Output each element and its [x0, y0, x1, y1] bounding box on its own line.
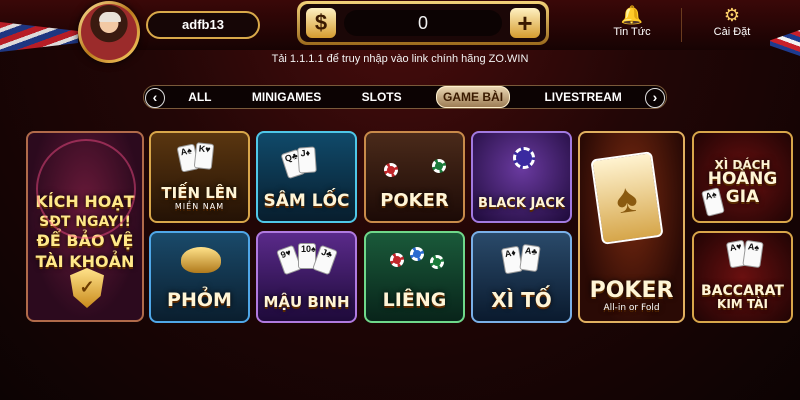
chip-icon	[390, 253, 404, 267]
game-tile-phom[interactable]: PHỎM	[149, 231, 250, 323]
game-title: BACCARAT KIM TÀI	[701, 284, 784, 311]
game-title: LIÊNG	[382, 289, 447, 312]
card-icon: J♦	[297, 146, 317, 174]
game-title-text: POKER	[589, 278, 674, 304]
settings-button[interactable]: ⚙ Cài Đặt	[682, 2, 782, 46]
balance-inner: $ 0 +	[300, 4, 546, 42]
news-button[interactable]: 🔔 Tin Tức	[582, 2, 682, 46]
bell-icon: 🔔	[620, 5, 644, 25]
gear-icon: ⚙	[723, 5, 741, 25]
tab-all[interactable]: ALL	[182, 87, 217, 107]
chip-icon	[430, 255, 444, 269]
chip-icon	[513, 147, 535, 169]
game-tile-lieng[interactable]: LIÊNG	[364, 231, 465, 323]
card-icon: A♣	[519, 243, 541, 273]
game-subtitle: All-in or Fold	[603, 302, 660, 313]
game-title-text: TIẾN LÊN	[161, 183, 238, 202]
game-title: XÌ TỐ	[491, 288, 552, 312]
ring-decoration	[36, 139, 136, 239]
avatar-image	[81, 4, 137, 60]
tab-livestream[interactable]: LIVESTREAM	[538, 87, 627, 107]
tab-game-bai[interactable]: GAME BÀI	[436, 86, 511, 108]
balance-value: 0	[344, 10, 502, 36]
chevron-right-icon[interactable]: ›	[645, 88, 665, 108]
game-title: MẬU BINH	[263, 293, 350, 312]
chevron-left-icon[interactable]: ‹	[145, 88, 165, 108]
game-subtitle: MIỀN NAM	[174, 201, 225, 211]
game-title: BLACK JACK	[478, 196, 565, 212]
game-tile-sam-loc[interactable]: Q♣ J♦ SÂM LỐC	[256, 131, 357, 223]
shield-icon: ✓	[70, 268, 104, 308]
chip-icon	[384, 163, 398, 177]
game-tile-poker[interactable]: POKER	[364, 131, 465, 223]
activate-phone-promo[interactable]: KÍCH HOẠT SĐT NGAY!! ĐỂ BẢO VỆ TÀI KHOẢN…	[26, 131, 144, 322]
game-tile-poker-all-in[interactable]: ♠ POKER All-in or Fold	[578, 131, 685, 323]
game-title: PHỎM	[167, 289, 232, 312]
coin-icon[interactable]: $	[306, 8, 336, 38]
game-title: POKER	[380, 190, 449, 212]
news-label: Tin Tức	[613, 26, 651, 38]
game-title-line: KIM TÀI	[717, 297, 768, 312]
game-title: TIẾN LÊN MIỀN NAM	[161, 183, 238, 211]
category-tabs: ‹ ALL MINIGAMES SLOTS GAME BÀI LIVESTREA…	[143, 85, 667, 109]
game-tile-xi-dach-hoang-gia[interactable]: A♠ XÌ DÁCH HOÀNG GIA	[692, 131, 793, 223]
card-icon: K♥	[193, 142, 215, 170]
flag-decoration	[0, 22, 78, 52]
username: adfb13	[146, 11, 260, 39]
game-title: POKER All-in or Fold	[590, 279, 674, 313]
tab-minigames[interactable]: MINIGAMES	[246, 87, 327, 107]
notice-text: Tải 1.1.1.1 để truy nhập vào link chính …	[271, 53, 529, 65]
chip-icon	[432, 159, 446, 173]
game-tile-xi-to[interactable]: A♦ A♣ XÌ TỐ	[471, 231, 572, 323]
game-tile-mau-binh[interactable]: 9♥ 10♠ J♣ MẬU BINH	[256, 231, 357, 323]
add-funds-button[interactable]: +	[510, 8, 540, 38]
card-icon: A♠	[742, 239, 764, 269]
game-tile-tien-len[interactable]: A♠ K♥ TIẾN LÊN MIỀN NAM	[149, 131, 250, 223]
game-title: SÂM LỐC	[263, 191, 350, 212]
balance-panel: $ 0 +	[297, 1, 549, 45]
tab-slots[interactable]: SLOTS	[356, 87, 408, 107]
gold-bowl-icon	[181, 247, 221, 273]
settings-label: Cài Đặt	[713, 26, 751, 38]
game-tile-baccarat-kim-tai[interactable]: A♥ A♠ BACCARAT KIM TÀI	[692, 231, 793, 323]
chip-icon	[410, 247, 424, 261]
game-tile-black-jack[interactable]: BLACK JACK	[471, 131, 572, 223]
